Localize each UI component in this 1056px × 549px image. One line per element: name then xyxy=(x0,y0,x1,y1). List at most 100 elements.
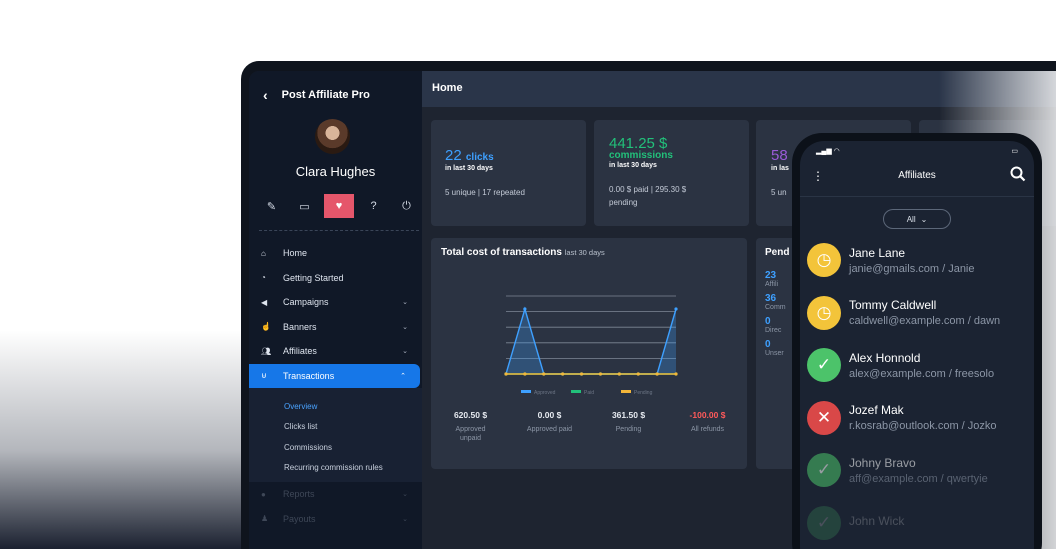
chevron-down-icon: ⌄ xyxy=(402,515,408,523)
monitor-icon[interactable]: ▭ xyxy=(288,194,321,218)
sidebar-item-label: Home xyxy=(283,248,308,259)
total-value: 361.50 $ xyxy=(611,410,646,420)
submenu-item-clicks-list[interactable]: Clicks list xyxy=(249,417,422,438)
sidebar-item-label: Banners xyxy=(283,321,317,332)
legend-swatch xyxy=(571,390,581,393)
sidebar-item-payouts[interactable]: ♟ Payouts ⌄ xyxy=(249,507,422,532)
affiliate-info: John Wick xyxy=(849,514,904,531)
sidebar-item-label: Affiliates xyxy=(283,346,317,357)
total-pending: 361.50 $ Pending xyxy=(589,410,668,443)
affiliate-row[interactable]: ✕ Jozef Mak r.kosrab@outlook.com / Jozko xyxy=(800,392,1034,445)
phone-status-bar: ▂▄▆ ◠ ▭ xyxy=(800,141,1034,155)
chevron-up-icon: ⌃ xyxy=(400,372,406,380)
clicks-value: 22 xyxy=(445,147,462,164)
power-icon[interactable]: ⏻ xyxy=(390,194,423,218)
commissions-unit: commissions xyxy=(609,150,673,161)
submenu-item-commissions[interactable]: Commissions xyxy=(249,437,422,458)
phone-frame: ▂▄▆ ◠ ▭ ⋮ Affiliates All ⌄ ◷ Jane Lane j… xyxy=(792,133,1042,549)
submenu-item-recurring-commission-rules[interactable]: Recurring commission rules xyxy=(249,458,422,479)
affiliate-email: alex@example.com / freesolo xyxy=(849,367,995,380)
user-name: Clara Hughes xyxy=(295,164,376,179)
pending-list: 23 Affili 36 Comm 0 Direc 0 Unser xyxy=(765,270,786,362)
affiliate-row[interactable]: ◷ Jane Lane janie@gmails.com / Janie xyxy=(800,234,1034,287)
chart-title: Total cost of transactions last 30 days xyxy=(441,247,605,258)
total-value: -100.00 $ xyxy=(689,410,726,420)
sidebar-item-affiliates[interactable]: 👥︎ Affiliates ⌄ xyxy=(249,339,422,364)
pending-value: 0 xyxy=(765,339,771,350)
sidebar-item-campaigns[interactable]: ◀ Campaigns ⌄ xyxy=(249,290,422,315)
chart-subtitle: last 30 days xyxy=(564,248,605,257)
sidebar-item-label: Payouts xyxy=(283,513,316,524)
total-refunds: -100.00 $ All refunds xyxy=(668,410,747,443)
sidebar-item-label: Reports xyxy=(283,489,315,500)
sidebar-item-reports[interactable]: ● Reports ⌄ xyxy=(249,482,422,507)
phone-title: Affiliates xyxy=(898,170,936,181)
series-area-0 xyxy=(506,309,676,374)
commissions-pending-line: pending xyxy=(609,198,638,207)
chart-icon: ● xyxy=(261,489,266,499)
legend-swatch xyxy=(621,390,631,393)
filter-value: All xyxy=(906,214,916,224)
legend-label: Approved xyxy=(534,390,556,396)
data-point xyxy=(598,372,603,376)
payouts-icon: ♟ xyxy=(261,514,269,524)
total-label: All refunds xyxy=(690,426,725,433)
app-title: Post Affiliate Pro xyxy=(281,89,370,101)
sidebar-item-getting-started[interactable]: ◔ Getting Started xyxy=(249,266,422,291)
legend-label: Paid xyxy=(584,390,594,396)
chevron-down-icon: ⌄ xyxy=(402,323,408,331)
hand-pointer-icon: ☝ xyxy=(261,322,271,332)
back-icon[interactable]: ‹ xyxy=(263,87,268,103)
total-approved-paid: 0.00 $ Approved paid xyxy=(510,410,589,443)
check-icon: ✓ xyxy=(807,453,841,488)
submenu-item-overview[interactable]: Overview xyxy=(249,396,422,417)
data-point xyxy=(655,372,659,376)
home-icon: ⌂ xyxy=(261,248,266,258)
avatar[interactable] xyxy=(315,119,350,154)
total-label: Pending xyxy=(615,426,642,433)
commissions-breakdown: 0.00 $ paid | 295.30 $ pending xyxy=(609,183,734,209)
sidebar-item-label: Getting Started xyxy=(283,272,344,283)
data-point xyxy=(504,372,508,376)
transactions-area-chart: Approved Paid Pending xyxy=(504,295,678,396)
chart-title-text: Total cost of transactions xyxy=(441,247,562,258)
more-vertical-icon[interactable]: ⋮ xyxy=(812,169,824,183)
commissions-period: in last 30 days xyxy=(609,162,657,169)
chevron-down-icon: ⌄ xyxy=(402,491,408,499)
chevron-down-icon: ⌄ xyxy=(402,299,408,307)
affiliate-info: Jozef Mak r.kosrab@outlook.com / Jozko xyxy=(849,403,997,432)
affiliate-email: caldwell@example.com / dawn xyxy=(849,315,1001,328)
affiliate-row[interactable]: ✓ John Wick xyxy=(800,497,1034,549)
heart-rate-icon[interactable]: ♥ xyxy=(324,194,354,218)
clicks-unit: clicks xyxy=(465,152,494,163)
data-point xyxy=(542,372,546,376)
help-icon[interactable]: ? xyxy=(357,194,390,218)
data-point xyxy=(636,372,640,376)
total-value: 0.00 $ xyxy=(537,410,562,420)
pending-label: Comm xyxy=(765,304,786,311)
pending-label: Unser xyxy=(765,350,784,357)
basket-icon: ⊍ xyxy=(261,371,267,381)
affiliate-row[interactable]: ◷ Tommy Caldwell caldwell@example.com / … xyxy=(800,287,1034,340)
search-icon[interactable] xyxy=(1010,166,1026,185)
commissions-card[interactable]: 441.25 $ commissions in last 30 days 0.0… xyxy=(594,120,749,226)
affiliate-filter-dropdown[interactable]: All ⌄ xyxy=(883,209,951,229)
pencil-icon[interactable]: ✎ xyxy=(255,194,288,218)
sidebar-item-transactions[interactable]: ⊍ Transactions ⌃ xyxy=(249,363,420,388)
sidebar-item-banners[interactable]: ☝ Banners ⌄ xyxy=(249,315,422,340)
affiliate-row[interactable]: ✓ Alex Honnold alex@example.com / freeso… xyxy=(800,339,1034,392)
data-point xyxy=(561,372,565,376)
transaction-totals: 620.50 $ Approved unpaid 0.00 $ Approved… xyxy=(431,410,747,443)
clock-icon: ◷ xyxy=(807,243,841,278)
chevron-down-icon: ⌄ xyxy=(402,348,408,356)
affiliate-row[interactable]: ✓ Johny Bravo aff@example.com / qwertyie xyxy=(800,444,1034,497)
check-icon: ✓ xyxy=(807,348,841,383)
commissions-paid-line: 0.00 $ paid | 295.30 $ xyxy=(609,185,687,194)
affiliate-info: Tommy Caldwell caldwell@example.com / da… xyxy=(849,298,1000,327)
data-point xyxy=(674,372,678,376)
affiliate-email: janie@gmails.com / Janie xyxy=(849,262,975,275)
clicks-card[interactable]: 22 clicks in last 30 days 5 unique | 17 … xyxy=(431,120,586,226)
pending-value: 36 xyxy=(765,293,777,304)
sidebar-item-home[interactable]: ⌂ Home xyxy=(249,241,422,266)
affiliate-info: Jane Lane janie@gmails.com / Janie xyxy=(849,246,975,275)
